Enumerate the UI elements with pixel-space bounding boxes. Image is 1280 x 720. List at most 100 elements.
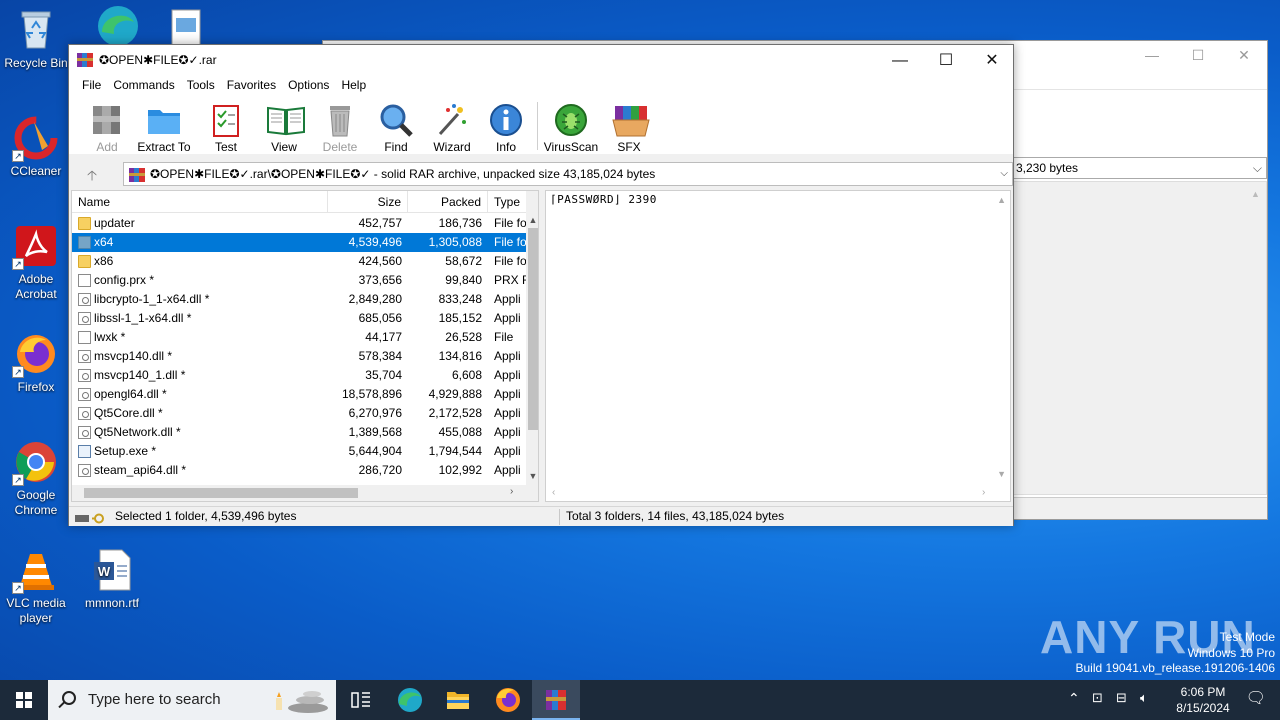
chrome-icon: ↗: [12, 440, 58, 486]
start-button[interactable]: [0, 680, 48, 720]
horizontal-scrollbar[interactable]: ›: [72, 485, 538, 501]
test-mode-text: Test Mode: [1219, 630, 1275, 644]
sfx-button[interactable]: SFX: [600, 96, 658, 154]
network-drive-icon[interactable]: ⊡: [1092, 690, 1103, 706]
desktop-icon-vlc[interactable]: ↗ VLC media player: [0, 548, 72, 626]
taskbar: Type here to search ⌃ ⊡ ⊟ 🔈︎ 6:06 PM 8/1…: [0, 680, 1280, 720]
menu-help[interactable]: Help: [335, 76, 372, 96]
maximize-icon[interactable]: ☐: [1175, 41, 1221, 71]
menu-commands[interactable]: Commands: [107, 76, 180, 96]
virus-scan-icon: [553, 102, 589, 138]
menu-favorites[interactable]: Favorites: [221, 76, 282, 96]
up-arrow-icon[interactable]: 🡡: [77, 165, 107, 183]
virusscan-label: VirusScan: [543, 140, 599, 154]
scroll-thumb[interactable]: [528, 228, 538, 430]
toolbar-separator: [537, 102, 538, 150]
delete-button[interactable]: Delete: [313, 96, 367, 154]
column-header-packed[interactable]: Packed: [408, 191, 488, 213]
file-row[interactable]: x64 4,539,496 1,305,088 File fo: [72, 233, 526, 252]
info-button[interactable]: Info: [479, 96, 533, 154]
file-packed: 26,528: [445, 330, 482, 344]
test-button[interactable]: Test: [197, 96, 255, 154]
desktop-icon-mmnon-rtf[interactable]: W mmnon.rtf: [76, 548, 148, 611]
column-header-type[interactable]: Type: [488, 191, 526, 213]
search-placeholder: Type here to search: [88, 691, 221, 708]
maximize-button[interactable]: ☐: [923, 45, 969, 76]
file-row[interactable]: msvcp140_1.dll * 35,704 6,608 Appli: [72, 366, 526, 385]
file-row[interactable]: Setup.exe * 5,644,904 1,794,544 Appli: [72, 442, 526, 461]
column-header-name[interactable]: Name: [72, 191, 328, 213]
view-button[interactable]: View: [255, 96, 313, 154]
wizard-button[interactable]: Wizard: [425, 96, 479, 154]
desktop-icon-adobe-acrobat[interactable]: ↗ Adobe Acrobat: [0, 224, 72, 302]
winrar-window[interactable]: ✪OPEN✱FILE✪✓.rar — ☐ ✕ File Commands Too…: [68, 44, 1014, 526]
clock[interactable]: 6:06 PM 8/15/2024: [1168, 684, 1238, 716]
background-window-address[interactable]: 3,230 bytes ⌵: [1013, 157, 1267, 179]
archive-address-bar[interactable]: ✪OPEN✱FILE✪✓.rar\✪OPEN✱FILE✪✓ - solid RA…: [123, 162, 1013, 186]
network-icon[interactable]: ⊟: [1116, 690, 1127, 706]
menu-options[interactable]: Options: [282, 76, 335, 96]
menu-tools[interactable]: Tools: [181, 76, 221, 96]
scroll-up-icon[interactable]: ▲: [526, 215, 538, 225]
taskbar-file-explorer[interactable]: [434, 680, 482, 720]
extract-to-button[interactable]: Extract To: [131, 96, 197, 154]
task-view-icon: [351, 692, 370, 708]
file-row[interactable]: msvcp140.dll * 578,384 134,816 Appli: [72, 347, 526, 366]
column-header-size[interactable]: Size: [328, 191, 408, 213]
file-name: config.prx *: [94, 273, 155, 287]
file-row[interactable]: libssl-1_1-x64.dll * 685,056 185,152 Appli: [72, 309, 526, 328]
scrollbar[interactable]: ▲: [1251, 189, 1265, 489]
scroll-left-icon[interactable]: ‹: [552, 487, 555, 498]
scroll-thumb[interactable]: [84, 488, 358, 498]
add-button[interactable]: Add: [83, 96, 131, 154]
file-type: File fo: [494, 254, 526, 268]
file-size: 4,539,496: [348, 235, 402, 249]
dll-file-icon: [78, 407, 91, 420]
scroll-up-icon[interactable]: ▲: [997, 195, 1006, 205]
volume-icon[interactable]: 🔈︎: [1140, 690, 1148, 706]
scroll-down-icon[interactable]: ▼: [997, 469, 1006, 479]
chevron-down-icon[interactable]: ⌵: [1000, 163, 1008, 185]
taskbar-firefox[interactable]: [484, 680, 532, 720]
minimize-icon[interactable]: —: [1129, 41, 1175, 71]
file-row[interactable]: Qt5Network.dll * 1,389,568 455,088 Appli: [72, 423, 526, 442]
desktop-icon-partial[interactable]: [82, 4, 154, 44]
file-icon: [78, 331, 91, 344]
file-row[interactable]: steam_api64.dll * 286,720 102,992 Appli: [72, 461, 526, 480]
file-row[interactable]: updater 452,757 186,736 File fo: [72, 214, 526, 233]
task-view-button[interactable]: [336, 680, 384, 720]
find-button[interactable]: Find: [367, 96, 425, 154]
chevron-up-icon[interactable]: ⌃: [1068, 690, 1080, 707]
desktop-icon-partial[interactable]: [150, 4, 222, 44]
shortcut-arrow-icon: ↗: [12, 150, 24, 162]
file-row[interactable]: Qt5Core.dll * 6,270,976 2,172,528 Appli: [72, 404, 526, 423]
chevron-down-icon[interactable]: ⌵: [1253, 158, 1262, 178]
file-list[interactable]: Name Size Packed Type updater 452,757 186,…: [71, 190, 539, 502]
scroll-right-icon[interactable]: ›: [510, 486, 513, 497]
file-row[interactable]: config.prx * 373,656 99,840 PRX F: [72, 271, 526, 290]
notifications-icon[interactable]: 🗨︎: [1246, 688, 1266, 708]
desktop-icon-label: Adobe Acrobat: [15, 272, 57, 301]
taskbar-edge[interactable]: [386, 680, 434, 720]
file-row[interactable]: libcrypto-1_1-x64.dll * 2,849,280 833,248 A…: [72, 290, 526, 309]
folder-icon: [78, 236, 91, 249]
virusscan-button[interactable]: VirusScan: [542, 96, 600, 154]
file-row[interactable]: x86 424,560 58,672 File fo: [72, 252, 526, 271]
scroll-down-icon[interactable]: ▼: [526, 471, 538, 481]
minimize-button[interactable]: —: [877, 45, 923, 76]
archive-comment-pane[interactable]: ⌈PASSWØRD⌋ 2390 ▲ ▼ ‹ ›: [545, 190, 1011, 502]
vertical-scrollbar[interactable]: ▲ ▼: [526, 191, 538, 485]
desktop-icon-ccleaner[interactable]: ↗ CCleaner: [0, 116, 72, 179]
title-bar[interactable]: ✪OPEN✱FILE✪✓.rar — ☐ ✕: [69, 45, 1013, 76]
desktop-icon-google-chrome[interactable]: ↗ Google Chrome: [0, 440, 72, 518]
scroll-right-icon[interactable]: ›: [982, 487, 985, 498]
close-icon[interactable]: ✕: [1221, 41, 1267, 71]
menu-file[interactable]: File: [76, 76, 107, 96]
desktop-icon-recycle-bin[interactable]: Recycle Bin: [0, 8, 72, 71]
desktop-icon-firefox[interactable]: ↗ Firefox: [0, 332, 72, 395]
close-button[interactable]: ✕: [969, 45, 1015, 76]
file-row[interactable]: opengl64.dll * 18,578,896 4,929,888 Appli: [72, 385, 526, 404]
taskbar-winrar[interactable]: [532, 680, 580, 720]
file-row[interactable]: lwxk * 44,177 26,528 File: [72, 328, 526, 347]
taskbar-search-box[interactable]: Type here to search: [48, 680, 336, 720]
